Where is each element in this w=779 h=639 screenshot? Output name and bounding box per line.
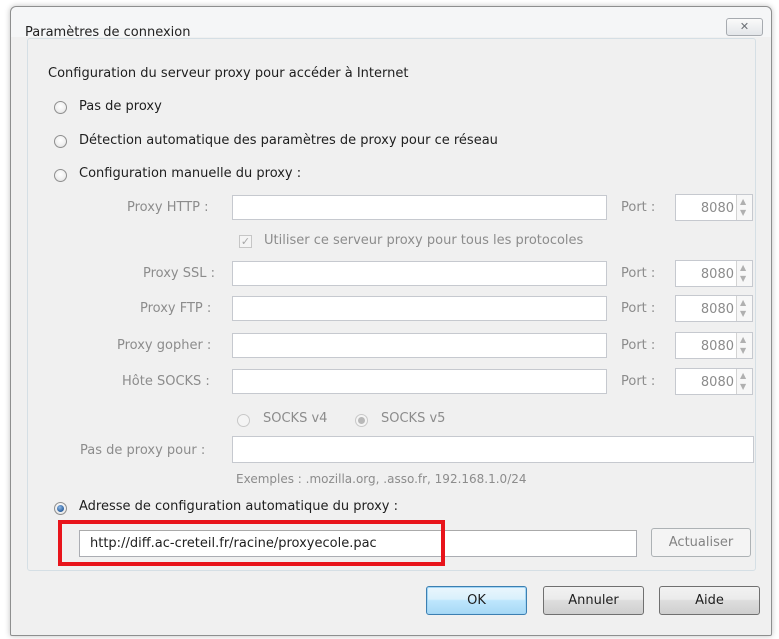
socks-host-input[interactable]: [232, 369, 607, 394]
http-port-label: Port :: [621, 200, 656, 215]
gopher-port-label: Port :: [621, 338, 656, 353]
radio-no-proxy-label: Pas de proxy: [79, 99, 162, 114]
radio-auto-detect-label: Détection automatique des paramètres de …: [79, 133, 498, 148]
ftp-port-value: 8080: [700, 302, 734, 317]
socks-port-label: Port :: [621, 374, 656, 389]
radio-auto-config[interactable]: [54, 502, 67, 515]
spin-up-icon: ▲: [740, 371, 747, 380]
http-proxy-input[interactable]: [232, 195, 607, 220]
ssl-port-value: 8080: [700, 267, 734, 282]
same-proxy-label: Utiliser ce serveur proxy pour tous les …: [264, 233, 584, 248]
http-port-arrows[interactable]: ▲ ▼: [736, 195, 752, 220]
spin-up-icon: ▲: [740, 197, 747, 206]
ssl-proxy-input[interactable]: [232, 261, 607, 286]
spin-up-icon: ▲: [740, 335, 747, 344]
spin-up-icon: ▲: [740, 298, 747, 307]
same-proxy-checkbox[interactable]: ✓: [239, 235, 252, 248]
title-bar: Paramètres de connexion ✕: [11, 7, 771, 40]
group-legend: Configuration du serveur proxy pour accé…: [45, 66, 412, 81]
no-proxy-for-input[interactable]: [232, 436, 754, 463]
gopher-port-value: 8080: [700, 339, 734, 354]
ok-button[interactable]: OK: [426, 586, 527, 615]
radio-socks-v5[interactable]: [355, 414, 368, 427]
close-icon: ✕: [739, 20, 750, 33]
help-button[interactable]: Aide: [659, 586, 760, 615]
spin-down-icon: ▼: [740, 208, 747, 217]
radio-socks-v4[interactable]: [237, 414, 250, 427]
no-proxy-for-label: Pas de proxy pour :: [80, 443, 206, 458]
ssl-port-label: Port :: [621, 266, 656, 281]
socks-port-value: 8080: [700, 375, 734, 390]
ssl-port-arrows[interactable]: ▲ ▼: [736, 261, 752, 286]
spin-down-icon: ▼: [740, 309, 747, 318]
ssl-proxy-label: Proxy SSL :: [143, 266, 216, 281]
gopher-port-arrows[interactable]: ▲ ▼: [736, 333, 752, 358]
reload-button[interactable]: Actualiser: [651, 528, 751, 557]
spin-down-icon: ▼: [740, 382, 747, 391]
close-button[interactable]: ✕: [726, 18, 763, 36]
radio-socks-v5-label: SOCKS v5: [381, 411, 446, 426]
ftp-proxy-label: Proxy FTP :: [140, 301, 212, 316]
socks-host-label: Hôte SOCKS :: [122, 374, 210, 389]
radio-manual-label: Configuration manuelle du proxy :: [79, 166, 302, 181]
ftp-port-label: Port :: [621, 301, 656, 316]
socks-port-arrows[interactable]: ▲ ▼: [736, 369, 752, 394]
radio-auto-config-label: Adresse de configuration automatique du …: [79, 499, 399, 514]
cancel-button[interactable]: Annuler: [543, 586, 644, 615]
http-port-spinner[interactable]: 8080 ▲ ▼: [675, 194, 753, 221]
spin-down-icon: ▼: [740, 274, 747, 283]
http-proxy-label: Proxy HTTP :: [127, 200, 209, 215]
radio-manual[interactable]: [54, 169, 67, 182]
socks-port-spinner[interactable]: 8080 ▲ ▼: [675, 368, 753, 395]
ftp-port-arrows[interactable]: ▲ ▼: [736, 296, 752, 321]
ftp-proxy-input[interactable]: [232, 296, 607, 321]
radio-auto-detect[interactable]: [54, 135, 67, 148]
radio-socks-v4-label: SOCKS v4: [263, 411, 328, 426]
gopher-proxy-input[interactable]: [232, 333, 607, 358]
http-port-value: 8080: [700, 201, 734, 216]
radio-no-proxy[interactable]: [54, 101, 67, 114]
gopher-port-spinner[interactable]: 8080 ▲ ▼: [675, 332, 753, 359]
ftp-port-spinner[interactable]: 8080 ▲ ▼: [675, 295, 753, 322]
spin-down-icon: ▼: [740, 346, 747, 355]
ssl-port-spinner[interactable]: 8080 ▲ ▼: [675, 260, 753, 287]
spin-up-icon: ▲: [740, 263, 747, 272]
highlight-box: [58, 520, 445, 566]
no-proxy-examples: Exemples : .mozilla.org, .asso.fr, 192.1…: [236, 472, 527, 486]
gopher-proxy-label: Proxy gopher :: [117, 338, 212, 353]
